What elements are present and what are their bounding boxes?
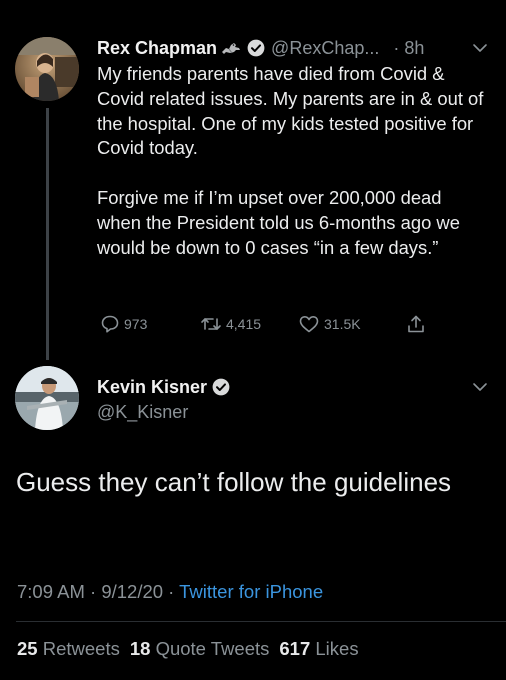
retweets-stat-count: 25 bbox=[17, 638, 38, 659]
verified-badge-icon bbox=[247, 39, 265, 57]
rex-chapman-avatar-image bbox=[15, 37, 79, 101]
chevron-down-icon[interactable] bbox=[472, 382, 488, 392]
rex-chapman-avatar[interactable] bbox=[15, 37, 79, 101]
horse-emoji-icon bbox=[222, 43, 241, 54]
verified-badge-icon bbox=[212, 378, 230, 396]
retweets-stat[interactable]: 25 Retweets bbox=[17, 638, 120, 659]
retweet-count: 4,415 bbox=[226, 316, 262, 332]
tweet-source-link[interactable]: Twitter for iPhone bbox=[179, 581, 323, 602]
kevin-kisner-avatar[interactable] bbox=[15, 366, 79, 430]
reply-tweet-header: Rex Chapman @RexChap... · 8h bbox=[97, 36, 424, 60]
reply-paragraph-2: Forgive me if I’m upset over 200,000 dea… bbox=[97, 186, 460, 258]
likes-stat-count: 617 bbox=[279, 638, 311, 659]
stats-divider bbox=[16, 621, 506, 622]
quote-tweets-stat-label: Quote Tweets bbox=[155, 638, 270, 659]
retweet-icon bbox=[201, 318, 221, 330]
reply-count: 973 bbox=[124, 316, 148, 332]
main-tweet-timestamp[interactable]: 7:09 AM · 9/12/20 · bbox=[17, 581, 174, 602]
reply-action[interactable]: 973 bbox=[100, 314, 147, 334]
thread-connector-line bbox=[46, 108, 49, 360]
share-action[interactable] bbox=[406, 314, 426, 334]
main-tweet-text: Guess they can’t follow the guidelines bbox=[16, 467, 452, 497]
kevin-kisner-avatar-image bbox=[15, 366, 79, 430]
quote-tweets-stat-count: 18 bbox=[129, 638, 151, 659]
quote-tweets-stat[interactable]: 18 Quote Tweets bbox=[130, 638, 270, 659]
reply-icon bbox=[101, 315, 119, 333]
reply-author-handle[interactable]: @RexChap... bbox=[271, 38, 379, 59]
main-tweet-stats: 25 Retweets 18 Quote Tweets 617 Likes bbox=[17, 638, 359, 660]
retweets-stat-label: Retweets bbox=[42, 638, 120, 659]
like-count: 31.5K bbox=[324, 316, 361, 332]
main-tweet-header: Kevin Kisner @K_Kisner bbox=[97, 375, 230, 423]
retweet-action[interactable]: 4,415 bbox=[200, 314, 261, 334]
main-author-handle[interactable]: @K_Kisner bbox=[97, 402, 230, 423]
share-icon bbox=[408, 315, 424, 333]
reply-author-name[interactable]: Rex Chapman bbox=[97, 38, 217, 59]
likes-stat[interactable]: 617 Likes bbox=[279, 638, 358, 659]
reply-timestamp[interactable]: · 8h bbox=[393, 38, 424, 59]
reply-paragraph-1: My friends parents have died from Covid … bbox=[97, 63, 484, 159]
like-action[interactable]: 31.5K bbox=[298, 314, 361, 334]
chevron-down-icon[interactable] bbox=[472, 43, 488, 53]
like-icon bbox=[299, 316, 319, 333]
reply-tweet-text: My friends parents have died from Covid … bbox=[97, 62, 489, 260]
main-tweet-meta: 7:09 AM · 9/12/20 · Twitter for iPhone bbox=[17, 581, 323, 603]
main-author-name[interactable]: Kevin Kisner bbox=[97, 377, 207, 398]
likes-stat-label: Likes bbox=[315, 638, 359, 659]
